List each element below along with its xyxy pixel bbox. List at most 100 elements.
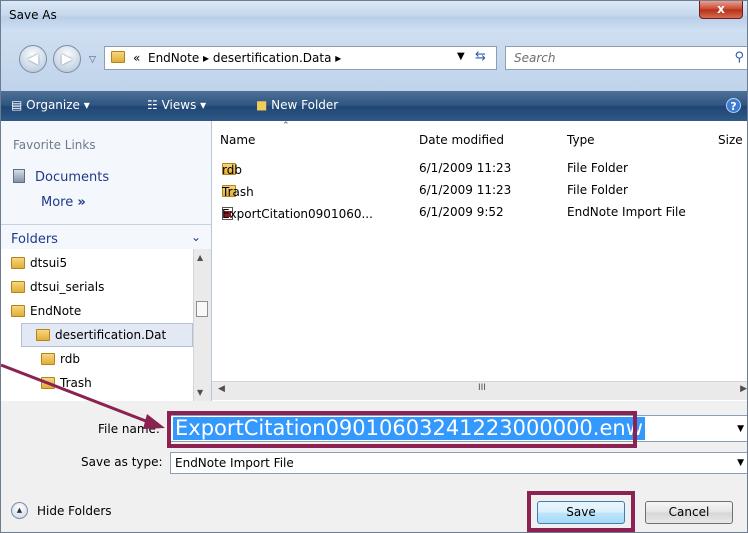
collapse-up-icon[interactable]: ▲ (11, 502, 28, 519)
file-row[interactable]: ExportCitation0901060... 6/1/2009 9:52 E… (212, 203, 747, 225)
favorite-link-documents[interactable]: Documents (13, 169, 109, 185)
command-bar: ▤ Organize ▾ ☷ Views ▾ ■ New Folder ? (1, 91, 747, 121)
views-icon: ☷ (147, 98, 158, 112)
tree-item-dtsui-serials[interactable]: dtsui_serials (11, 280, 104, 294)
scrollbar-grip[interactable]: III (478, 383, 486, 393)
breadcrumb-overflow[interactable]: « (133, 51, 140, 65)
organize-label: Organize (26, 98, 80, 112)
file-name-highlight-box (167, 411, 637, 448)
file-row[interactable]: rdb 6/1/2009 11:23 File Folder (212, 159, 747, 181)
column-header-type[interactable]: Type (567, 133, 595, 147)
tree-item-dtsui5[interactable]: dtsui5 (11, 256, 67, 270)
file-name: Trash (222, 185, 254, 199)
search-input[interactable]: Search (514, 51, 556, 65)
save-as-type-label: Save as type: (81, 455, 163, 469)
window-title: Save As (9, 8, 57, 22)
folder-icon (11, 305, 25, 317)
hide-folders-button[interactable]: Hide Folders (37, 504, 112, 518)
folder-icon (111, 51, 125, 63)
views-label: Views (161, 98, 197, 112)
file-name: ExportCitation0901060... (222, 207, 373, 221)
folder-icon (41, 353, 55, 365)
navigation-row: ◀ ▶ ▽ « EndNote ▸ desertification.Data ▸… (1, 31, 747, 91)
column-headers: Name ⌃ Date modified Type Size (212, 121, 747, 155)
save-as-type-select[interactable]: EndNote Import File ▼ (170, 452, 747, 474)
organize-button[interactable]: ▤ Organize ▾ (11, 98, 90, 112)
sort-ascending-icon: ⌃ (282, 121, 290, 131)
breadcrumb-separator-icon[interactable]: ▸ (203, 51, 209, 65)
tree-item-endnote[interactable]: EndNote (11, 304, 81, 318)
double-chevron-icon: » (77, 195, 86, 210)
folder-icon (36, 329, 50, 341)
folders-title: Folders (11, 232, 58, 247)
scroll-up-icon[interactable]: ▲ (197, 253, 203, 262)
chevron-down-icon[interactable]: ⌄ (191, 230, 201, 244)
tree-item-label: rdb (60, 352, 80, 366)
cancel-button[interactable]: Cancel (645, 501, 733, 524)
folder-icon (41, 377, 55, 389)
search-icon[interactable]: ⚲ (734, 50, 744, 65)
forward-arrow-icon: ▶ (61, 51, 73, 67)
file-name-dropdown-icon[interactable]: ▼ (737, 424, 744, 434)
close-button[interactable]: x (699, 1, 743, 19)
tree-item-trash[interactable]: Trash (41, 376, 92, 390)
breadcrumb: « EndNote ▸ desertification.Data ▸ (133, 51, 341, 65)
breadcrumb-endnote[interactable]: EndNote (148, 51, 199, 65)
address-bar[interactable]: « EndNote ▸ desertification.Data ▸ ▼ ⇆ (104, 46, 497, 70)
title-bar: Save As x (1, 1, 747, 31)
save-as-dialog: Save As x ◀ ▶ ▽ « EndNote ▸ desertificat… (0, 0, 748, 533)
tree-item-label: desertification.Dat (55, 328, 167, 342)
help-icon[interactable]: ? (726, 98, 741, 113)
tree-item-label: Trash (60, 376, 92, 390)
column-header-size[interactable]: Size (718, 133, 743, 147)
new-folder-label: New Folder (271, 98, 339, 112)
folders-header[interactable]: Folders ⌄ (1, 224, 211, 248)
file-date: 6/1/2009 11:23 (419, 183, 512, 197)
more-label: More (41, 195, 74, 210)
tree-item-label: EndNote (30, 304, 82, 318)
chevron-down-icon: ▾ (200, 98, 207, 112)
more-links-button[interactable]: More » (41, 195, 86, 210)
breadcrumb-separator-icon[interactable]: ▸ (335, 51, 341, 65)
organize-icon: ▤ (11, 98, 23, 112)
tree-item-label: dtsui5 (30, 256, 68, 270)
file-list: Name ⌃ Date modified Type Size rdb 6/1/2… (212, 121, 747, 401)
back-arrow-icon: ◀ (27, 51, 39, 67)
file-name-label: File name: (98, 422, 160, 436)
chevron-down-icon[interactable]: ▼ (737, 458, 744, 468)
address-dropdown-icon[interactable]: ▼ (457, 51, 465, 62)
file-type: File Folder (567, 183, 628, 197)
file-name: rdb (222, 163, 242, 177)
search-box[interactable]: Search ⚲ (505, 46, 747, 70)
file-type: EndNote Import File (567, 205, 686, 219)
scroll-right-icon[interactable]: ▶ (740, 384, 747, 394)
navigation-pane: Favorite Links Documents More » Folders … (1, 121, 212, 401)
tree-item-desertification-data[interactable]: desertification.Dat (21, 323, 193, 347)
scrollbar-thumb[interactable] (196, 301, 208, 317)
favorite-links-title: Favorite Links (13, 138, 96, 152)
back-button[interactable]: ◀ (19, 45, 47, 73)
folder-tree: dtsui5 dtsui_serials EndNote desertifica… (1, 249, 193, 401)
forward-button[interactable]: ▶ (53, 45, 81, 73)
file-type: File Folder (567, 161, 628, 175)
column-header-date-modified[interactable]: Date modified (419, 133, 504, 147)
file-list-scrollbar[interactable]: ◀ III ▶ (212, 381, 747, 400)
views-button[interactable]: ☷ Views ▾ (147, 98, 206, 112)
file-date: 6/1/2009 11:23 (419, 161, 512, 175)
folder-tree-scrollbar[interactable]: ▲ ▼ (193, 249, 211, 401)
breadcrumb-desertification-data[interactable]: desertification.Data (213, 51, 332, 65)
scroll-left-icon[interactable]: ◀ (218, 384, 225, 394)
recent-pages-dropdown-icon[interactable]: ▽ (89, 55, 96, 65)
refresh-icon[interactable]: ⇆ (475, 49, 486, 64)
folder-icon (11, 257, 25, 269)
tree-item-rdb[interactable]: rdb (41, 352, 80, 366)
favorite-link-label: Documents (35, 170, 110, 185)
column-header-name[interactable]: Name (220, 133, 255, 147)
save-as-type-value: EndNote Import File (175, 456, 294, 470)
scroll-down-icon[interactable]: ▼ (197, 388, 203, 397)
new-folder-icon: ■ (256, 98, 268, 112)
file-date: 6/1/2009 9:52 (419, 205, 504, 219)
chevron-down-icon: ▾ (83, 98, 90, 112)
file-row[interactable]: Trash 6/1/2009 11:23 File Folder (212, 181, 747, 203)
new-folder-button[interactable]: ■ New Folder (256, 98, 338, 112)
